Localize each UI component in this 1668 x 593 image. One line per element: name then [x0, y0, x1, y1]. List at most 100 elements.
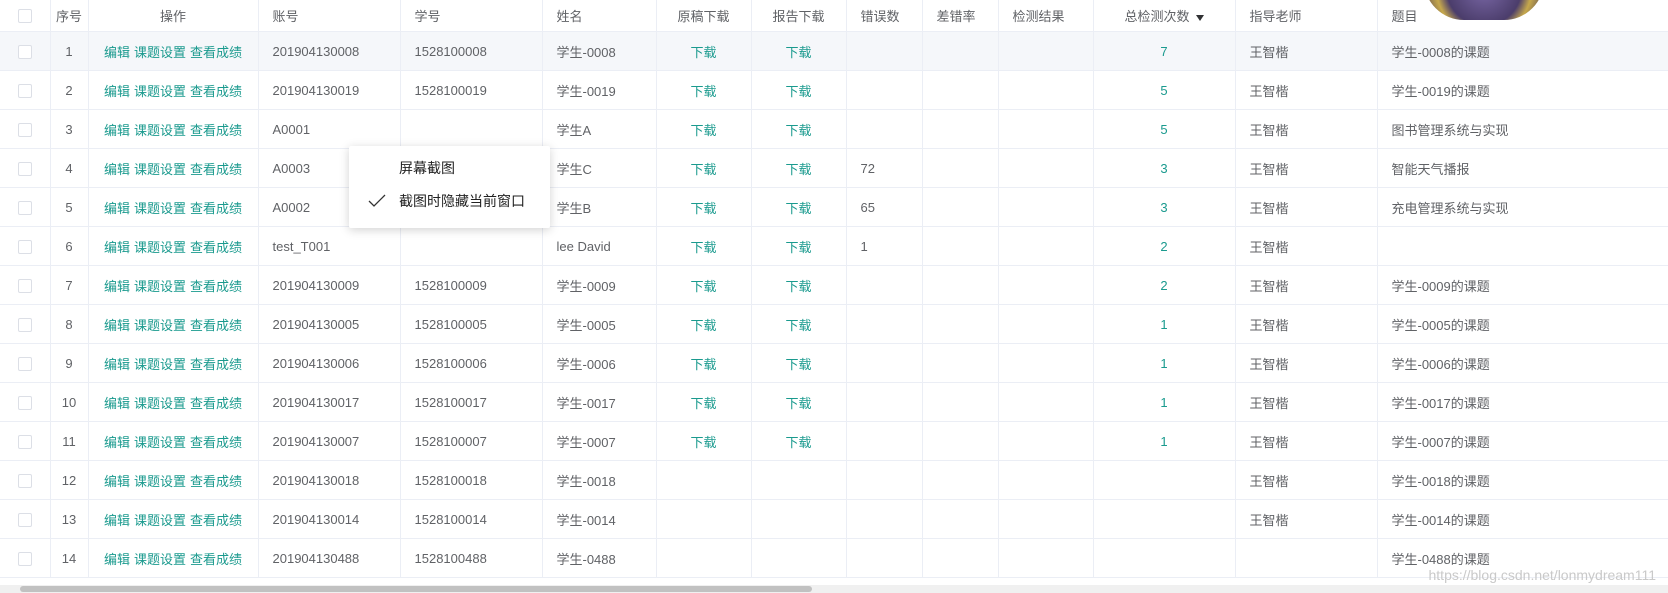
- edit-link[interactable]: 编辑: [104, 240, 130, 255]
- edit-link[interactable]: 编辑: [104, 123, 130, 138]
- col-header-total-checks[interactable]: 总检测次数: [1093, 0, 1236, 32]
- view-score-link[interactable]: 查看成绩: [190, 396, 242, 411]
- topic-settings-link[interactable]: 课题设置: [134, 513, 186, 528]
- edit-link[interactable]: 编辑: [104, 318, 130, 333]
- view-score-link[interactable]: 查看成绩: [190, 240, 242, 255]
- topic-settings-link[interactable]: 课题设置: [134, 123, 186, 138]
- table-row[interactable]: 7 编辑 课题设置 查看成绩 201904130009 1528100009 学生-0009…: [0, 265, 1668, 305]
- row-checkbox-cell[interactable]: [0, 499, 51, 539]
- topic-settings-link[interactable]: 课题设置: [134, 552, 186, 567]
- row-checkbox-cell[interactable]: [0, 460, 51, 500]
- table-row[interactable]: 11 编辑 课题设置 查看成绩 201904130007 1528100007 学生-000…: [0, 421, 1668, 461]
- original-download-link[interactable]: 下载: [690, 84, 716, 99]
- topic-settings-link[interactable]: 课题设置: [134, 240, 186, 255]
- row-checkbox-cell[interactable]: [0, 382, 51, 422]
- table-row[interactable]: 4 编辑 课题设置 查看成绩 A0003 学生C 下载 下载 72 3 王智楷 智能天气播报: [0, 148, 1668, 188]
- original-download-link[interactable]: 下载: [690, 162, 716, 177]
- view-score-link[interactable]: 查看成绩: [190, 201, 242, 216]
- total-checks-link[interactable]: 5: [1160, 83, 1167, 98]
- edit-link[interactable]: 编辑: [104, 552, 130, 567]
- total-checks-link[interactable]: 1: [1160, 434, 1167, 449]
- table-row[interactable]: 14 编辑 课题设置 查看成绩 201904130488 1528100488 学生-048…: [0, 538, 1668, 578]
- row-checkbox[interactable]: [17, 83, 32, 98]
- topic-settings-link[interactable]: 课题设置: [134, 435, 186, 450]
- edit-link[interactable]: 编辑: [104, 45, 130, 60]
- view-score-link[interactable]: 查看成绩: [190, 45, 242, 60]
- row-checkbox-cell[interactable]: [0, 265, 51, 305]
- view-score-link[interactable]: 查看成绩: [190, 318, 242, 333]
- view-score-link[interactable]: 查看成绩: [190, 162, 242, 177]
- row-checkbox-cell[interactable]: [0, 304, 51, 344]
- original-download-link[interactable]: 下载: [690, 201, 716, 216]
- edit-link[interactable]: 编辑: [104, 162, 130, 177]
- table-row[interactable]: 10 编辑 课题设置 查看成绩 201904130017 1528100017 学生-001…: [0, 382, 1668, 422]
- row-checkbox[interactable]: [17, 239, 32, 254]
- original-download-link[interactable]: 下载: [690, 435, 716, 450]
- table-row[interactable]: 1 编辑 课题设置 查看成绩 201904130008 1528100008 学生-0008…: [0, 31, 1668, 71]
- report-download-link[interactable]: 下载: [785, 84, 811, 99]
- topic-settings-link[interactable]: 课题设置: [134, 84, 186, 99]
- report-download-link[interactable]: 下载: [785, 279, 811, 294]
- edit-link[interactable]: 编辑: [104, 513, 130, 528]
- table-row[interactable]: 13 编辑 课题设置 查看成绩 201904130014 1528100014 学生-001…: [0, 499, 1668, 539]
- row-checkbox[interactable]: [17, 317, 32, 332]
- table-row[interactable]: 12 编辑 课题设置 查看成绩 201904130018 1528100018 学生-001…: [0, 460, 1668, 500]
- row-checkbox[interactable]: [17, 434, 32, 449]
- total-checks-link[interactable]: 2: [1160, 278, 1167, 293]
- menu-item-screenshot[interactable]: 屏幕截图: [349, 154, 550, 182]
- edit-link[interactable]: 编辑: [104, 201, 130, 216]
- table-row[interactable]: 8 编辑 课题设置 查看成绩 201904130005 1528100005 学生-0005…: [0, 304, 1668, 344]
- row-checkbox[interactable]: [17, 200, 32, 215]
- total-checks-link[interactable]: 1: [1160, 356, 1167, 371]
- report-download-link[interactable]: 下载: [785, 396, 811, 411]
- report-download-link[interactable]: 下载: [785, 435, 811, 450]
- row-checkbox[interactable]: [17, 278, 32, 293]
- row-checkbox[interactable]: [17, 122, 32, 137]
- edit-link[interactable]: 编辑: [104, 357, 130, 372]
- total-checks-link[interactable]: 2: [1160, 239, 1167, 254]
- topic-settings-link[interactable]: 课题设置: [134, 318, 186, 333]
- row-checkbox[interactable]: [17, 395, 32, 410]
- row-checkbox-cell[interactable]: [0, 226, 51, 266]
- row-checkbox-cell[interactable]: [0, 109, 51, 149]
- original-download-link[interactable]: 下载: [690, 240, 716, 255]
- row-checkbox[interactable]: [17, 473, 32, 488]
- sort-down-icon[interactable]: [1195, 14, 1204, 21]
- topic-settings-link[interactable]: 课题设置: [134, 357, 186, 372]
- topic-settings-link[interactable]: 课题设置: [134, 396, 186, 411]
- table-row[interactable]: 3 编辑 课题设置 查看成绩 A0001 学生A 下载 下载 5 王智楷 图书管理系统与实现: [0, 109, 1668, 149]
- total-checks-link[interactable]: 7: [1160, 44, 1167, 59]
- view-score-link[interactable]: 查看成绩: [190, 435, 242, 450]
- row-checkbox[interactable]: [17, 44, 32, 59]
- row-checkbox-cell[interactable]: [0, 343, 51, 383]
- view-score-link[interactable]: 查看成绩: [190, 84, 242, 99]
- report-download-link[interactable]: 下载: [785, 201, 811, 216]
- original-download-link[interactable]: 下载: [690, 396, 716, 411]
- row-checkbox-cell[interactable]: [0, 148, 51, 188]
- topic-settings-link[interactable]: 课题设置: [134, 201, 186, 216]
- report-download-link[interactable]: 下载: [785, 45, 811, 60]
- row-checkbox[interactable]: [17, 512, 32, 527]
- report-download-link[interactable]: 下载: [785, 240, 811, 255]
- edit-link[interactable]: 编辑: [104, 474, 130, 489]
- view-score-link[interactable]: 查看成绩: [190, 279, 242, 294]
- view-score-link[interactable]: 查看成绩: [190, 357, 242, 372]
- menu-item-hide-window[interactable]: 截图时隐藏当前窗口: [349, 187, 550, 215]
- topic-settings-link[interactable]: 课题设置: [134, 474, 186, 489]
- report-download-link[interactable]: 下载: [785, 123, 811, 138]
- row-checkbox-cell[interactable]: [0, 31, 51, 71]
- original-download-link[interactable]: 下载: [690, 45, 716, 60]
- report-download-link[interactable]: 下载: [785, 357, 811, 372]
- row-checkbox-cell[interactable]: [0, 538, 51, 578]
- view-score-link[interactable]: 查看成绩: [190, 552, 242, 567]
- total-checks-link[interactable]: 5: [1160, 122, 1167, 137]
- edit-link[interactable]: 编辑: [104, 84, 130, 99]
- row-checkbox-cell[interactable]: [0, 70, 51, 110]
- report-download-link[interactable]: 下载: [785, 162, 811, 177]
- total-checks-link[interactable]: 3: [1160, 200, 1167, 215]
- table-row[interactable]: 5 编辑 课题设置 查看成绩 A0002 学生B 下载 下载 65 3 王智楷 充电管理系统与实现: [0, 187, 1668, 227]
- original-download-link[interactable]: 下载: [690, 123, 716, 138]
- edit-link[interactable]: 编辑: [104, 279, 130, 294]
- view-score-link[interactable]: 查看成绩: [190, 513, 242, 528]
- table-row[interactable]: 9 编辑 课题设置 查看成绩 201904130006 1528100006 学生-0006…: [0, 343, 1668, 383]
